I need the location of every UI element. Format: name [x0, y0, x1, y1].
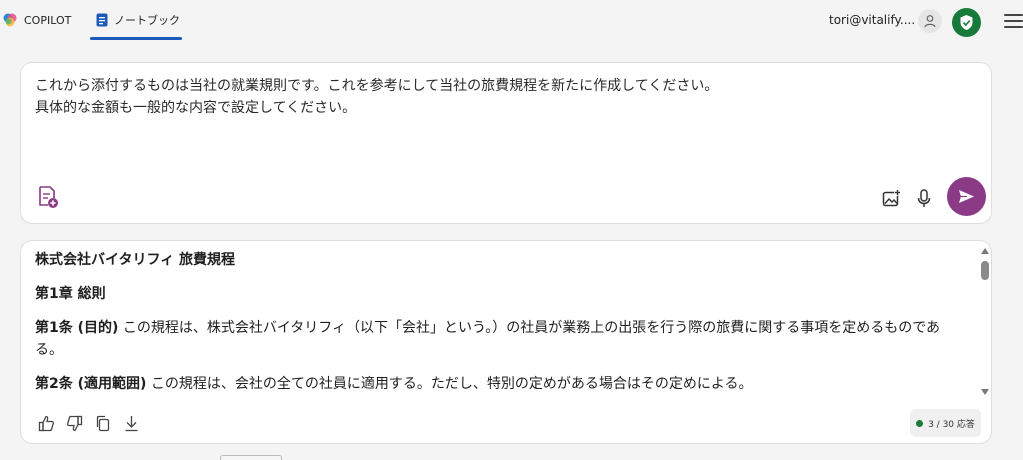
partial-bottom-element [220, 455, 282, 460]
copy-icon [96, 415, 110, 431]
avatar[interactable] [918, 9, 942, 33]
tab-notebook[interactable]: ノートブック [96, 0, 180, 40]
thumbs-down-icon [66, 415, 82, 431]
article-2-text: この規程は、会社の全ての社員に適用する。ただし、特別の定めがある場合はその定めに… [146, 376, 753, 392]
protection-shield-button[interactable] [952, 8, 981, 37]
microphone-icon [917, 188, 931, 207]
active-tab-indicator [90, 37, 182, 40]
response-count-badge: 3 / 30 応答 [910, 409, 981, 437]
shield-check-icon [960, 15, 973, 30]
article-1-label: 第1条 (目的) [35, 320, 119, 336]
article-2: 第2条 (適用範囲) この規程は、会社の全ての社員に適用する。ただし、特別の定め… [35, 373, 965, 395]
account-email[interactable]: tori@vitalify.... [829, 13, 915, 27]
hamburger-menu-icon[interactable] [1004, 14, 1023, 28]
article-2-label: 第2条 (適用範囲) [35, 376, 147, 392]
download-button[interactable] [121, 413, 141, 433]
thumbs-up-icon [38, 415, 54, 431]
response-content: 株式会社バイタリフィ 旅費規程 第1章 総則 第1条 (目的) この規程は、株式… [35, 249, 965, 407]
scroll-up-arrow-icon[interactable] [981, 248, 989, 254]
microphone-button[interactable] [913, 186, 935, 210]
scrollbar-thumb[interactable] [981, 261, 989, 280]
add-image-button[interactable] [879, 186, 903, 210]
send-icon [959, 190, 974, 203]
dislike-button[interactable] [64, 413, 84, 433]
response-count: 3 / 30 応答 [928, 419, 975, 430]
notebook-icon [96, 13, 108, 27]
add-note-icon [39, 186, 58, 208]
tab-copilot-label: COPILOT [24, 13, 72, 27]
add-notes-button[interactable] [35, 183, 61, 211]
prompt-composer: これから添付するものは当社の就業規則です。これを参考にして当社の旅費規程を新たに… [20, 62, 992, 224]
response-title: 株式会社バイタリフィ 旅費規程 [35, 252, 236, 268]
copy-button[interactable] [93, 413, 113, 433]
status-dot [916, 419, 924, 427]
tab-notebook-label: ノートブック [114, 14, 180, 27]
article-1: 第1条 (目的) この規程は、株式会社バイタリフィ（以下「会社」という。）の社員… [35, 317, 965, 361]
like-button[interactable] [36, 413, 56, 433]
tab-copilot[interactable]: COPILOT [2, 0, 71, 40]
article-1-text: この規程は、株式会社バイタリフィ（以下「会社」という。）の社員が業務上の出張を行… [35, 320, 941, 358]
image-add-icon [882, 188, 901, 206]
copilot-logo-icon [3, 13, 17, 27]
response-card: 株式会社バイタリフィ 旅費規程 第1章 総則 第1条 (目的) この規程は、株式… [20, 240, 992, 444]
top-bar: COPILOT ノートブック tori@vitalify.... [0, 0, 1023, 42]
download-icon [125, 415, 137, 431]
send-button[interactable] [947, 177, 986, 216]
chapter-heading: 第1章 総則 [35, 286, 106, 302]
prompt-input[interactable]: これから添付するものは当社の就業規則です。これを参考にして当社の旅費規程を新たに… [35, 75, 965, 119]
person-icon [924, 15, 936, 28]
scroll-down-arrow-icon[interactable] [981, 389, 989, 395]
